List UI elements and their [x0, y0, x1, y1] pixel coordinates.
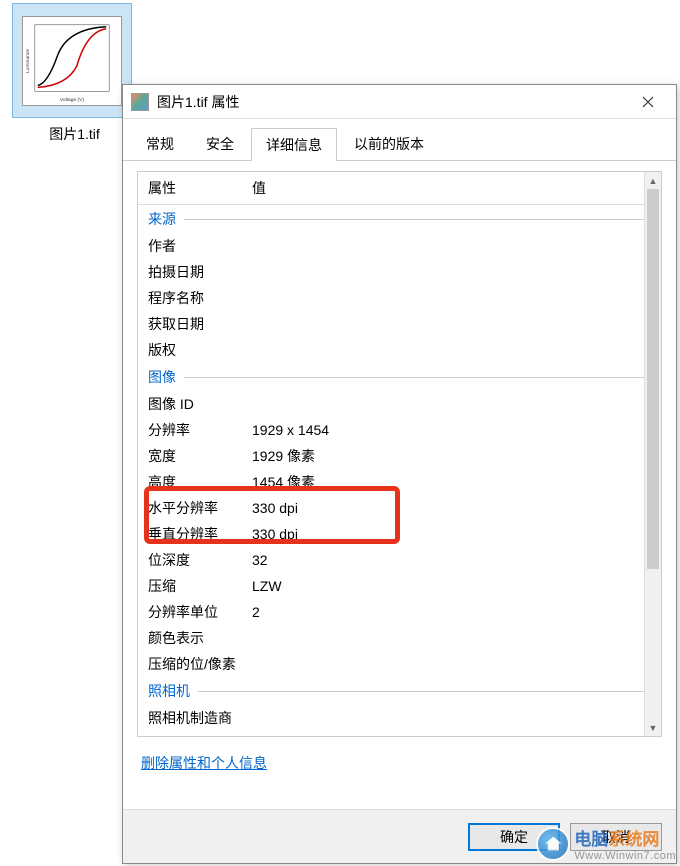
- property-row: 拍摄日期: [138, 259, 661, 285]
- property-row: 压缩的位/像素: [138, 651, 661, 677]
- property-row: 位深度32: [138, 547, 661, 573]
- section-origin: 来源: [138, 205, 661, 233]
- tab-previous-versions[interactable]: 以前的版本: [339, 127, 439, 160]
- property-row: 图像 ID: [138, 391, 661, 417]
- dialog-title: 图片1.tif 属性: [157, 92, 628, 112]
- property-row: 作者: [138, 233, 661, 259]
- svg-text:Voltage (V): Voltage (V): [60, 97, 84, 103]
- close-button[interactable]: [628, 88, 668, 116]
- remove-properties-link[interactable]: 删除属性和个人信息: [141, 753, 658, 773]
- titlebar: 图片1.tif 属性: [123, 85, 676, 119]
- property-row: 宽度1929 像素: [138, 443, 661, 469]
- tab-general[interactable]: 常规: [131, 127, 189, 160]
- column-value: 值: [248, 178, 661, 198]
- details-column-header: 属性 值: [138, 172, 661, 205]
- scroll-thumb[interactable]: [647, 189, 659, 569]
- property-row: 垂直分辨率330 dpi: [138, 521, 661, 547]
- chart-preview: Voltage (V) Luminance: [22, 16, 122, 106]
- watermark: 电脑系统网 Www.Winwin7.com: [536, 825, 676, 862]
- watermark-url: Www.Winwin7.com: [574, 850, 676, 862]
- property-row: 获取日期: [138, 311, 661, 337]
- scroll-down-icon[interactable]: ▼: [645, 719, 661, 736]
- property-row: 颜色表示: [138, 625, 661, 651]
- property-row: 分辨率单位2: [138, 599, 661, 625]
- titlebar-icon: [131, 93, 149, 111]
- property-row: 分辨率1929 x 1454: [138, 417, 661, 443]
- property-row: 程序名称: [138, 285, 661, 311]
- file-name-label: 图片1.tif: [12, 124, 137, 144]
- file-thumbnail: Voltage (V) Luminance: [12, 3, 132, 118]
- details-panel: 属性 值 来源 作者 拍摄日期 程序名称 获取日期 版权 图像 图像 ID 分辨…: [137, 171, 662, 737]
- tab-bar: 常规 安全 详细信息 以前的版本: [123, 119, 676, 161]
- property-row: 压缩LZW: [138, 573, 661, 599]
- watermark-text: 电脑系统网: [574, 830, 659, 849]
- details-body: 来源 作者 拍摄日期 程序名称 获取日期 版权 图像 图像 ID 分辨率1929…: [138, 205, 661, 735]
- section-image: 图像: [138, 363, 661, 391]
- properties-dialog: 图片1.tif 属性 常规 安全 详细信息 以前的版本 属性 值 来源 作者 拍…: [122, 84, 677, 864]
- svg-text:Luminance: Luminance: [25, 48, 31, 72]
- watermark-icon: [536, 827, 570, 861]
- scrollbar[interactable]: ▲ ▼: [644, 172, 661, 736]
- scroll-up-icon[interactable]: ▲: [645, 172, 661, 189]
- section-camera: 照相机: [138, 677, 661, 705]
- property-row: 照相机制造商: [138, 705, 661, 731]
- property-row: 高度1454 像素: [138, 469, 661, 495]
- file-icon[interactable]: Voltage (V) Luminance 图片1.tif: [12, 3, 137, 144]
- property-row: 水平分辨率330 dpi: [138, 495, 661, 521]
- property-row: 版权: [138, 337, 661, 363]
- tab-details[interactable]: 详细信息: [251, 128, 337, 161]
- column-property: 属性: [138, 178, 248, 198]
- tab-security[interactable]: 安全: [191, 127, 249, 160]
- property-row: 照相机型号: [138, 731, 661, 735]
